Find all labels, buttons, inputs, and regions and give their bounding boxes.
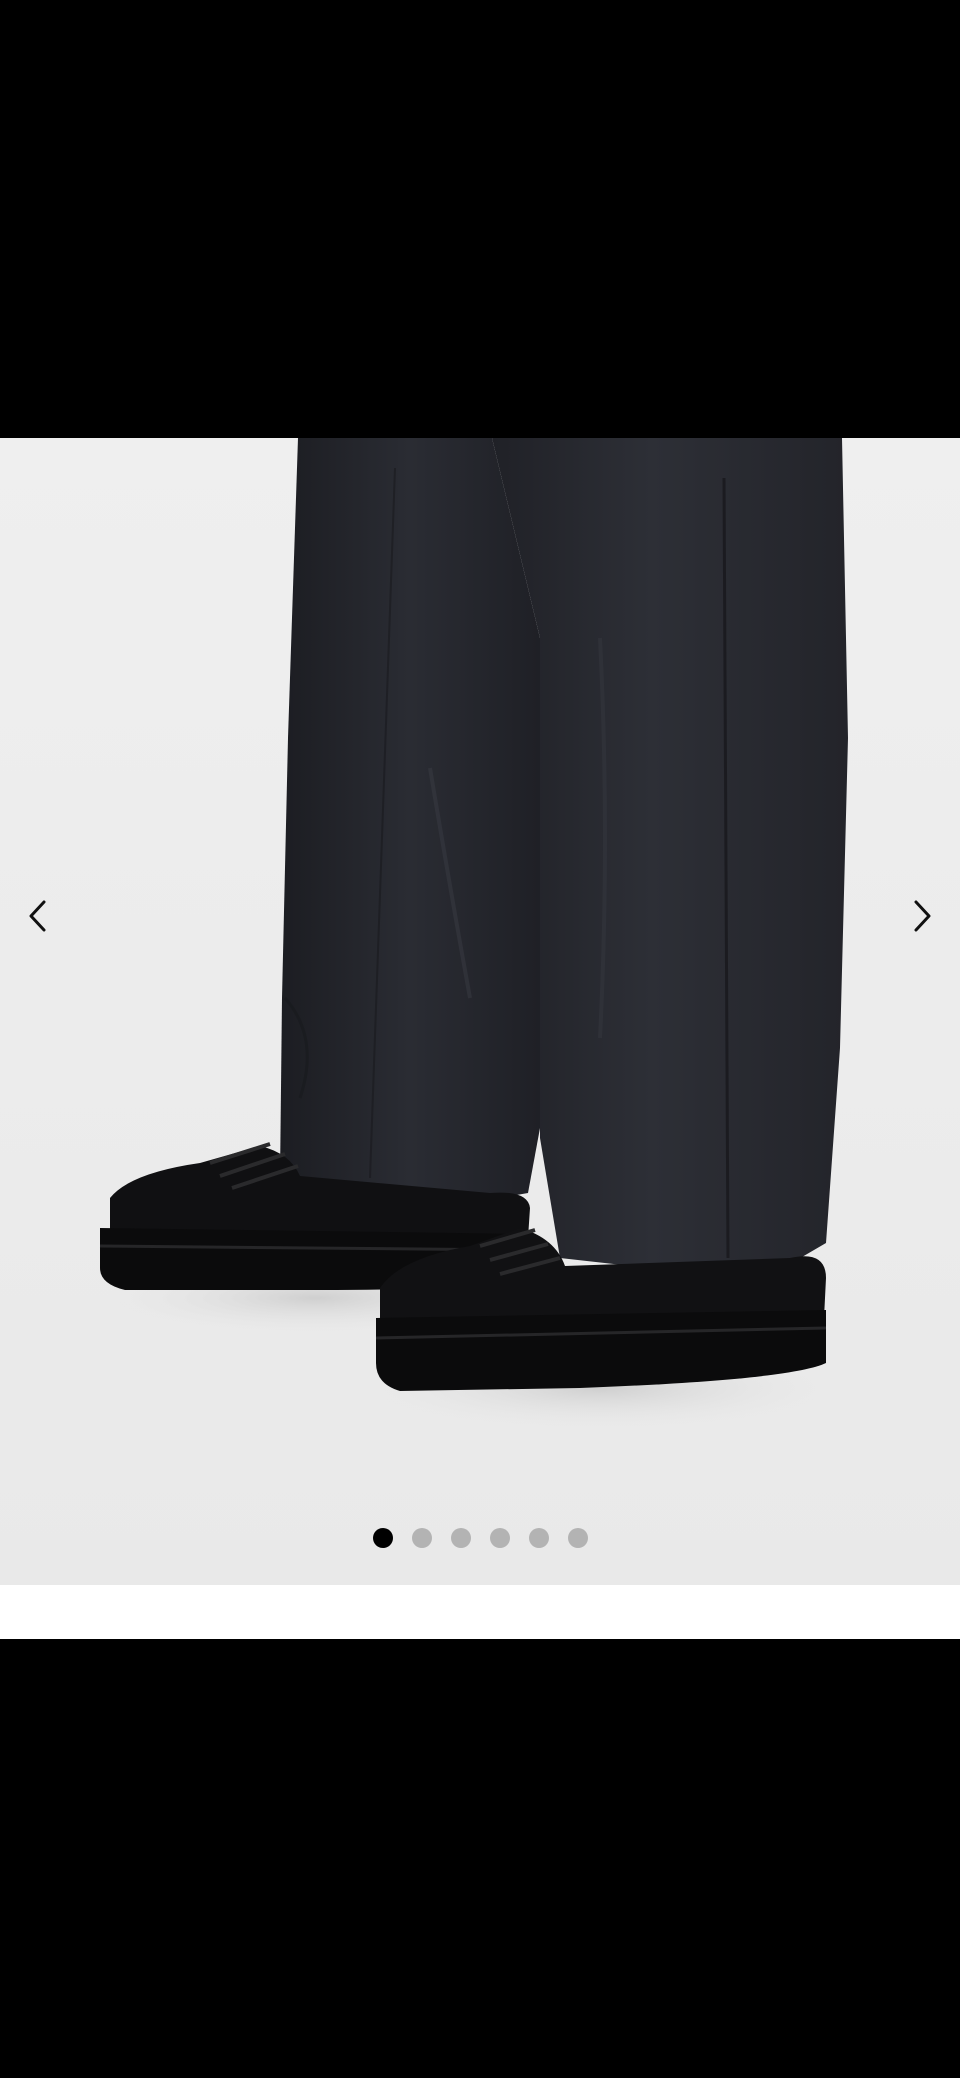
carousel-dot-2[interactable] xyxy=(411,1528,432,1548)
carousel-pagination xyxy=(0,1526,960,1550)
product-photo xyxy=(0,438,960,1585)
carousel-dot-3[interactable] xyxy=(450,1528,471,1548)
content-divider-strip xyxy=(0,1585,960,1639)
chevron-left-icon xyxy=(29,900,46,932)
carousel-dot-4[interactable] xyxy=(489,1528,510,1548)
carousel-dot-1[interactable] xyxy=(372,1528,393,1548)
screen xyxy=(0,0,960,2078)
previous-image-button[interactable] xyxy=(10,888,66,944)
chevron-right-icon xyxy=(914,900,931,932)
carousel-dot-6[interactable] xyxy=(567,1528,588,1548)
bottom-black-area xyxy=(0,1639,960,2078)
carousel-dot-5[interactable] xyxy=(528,1528,549,1548)
product-image-gallery[interactable] xyxy=(0,438,960,1585)
top-black-area xyxy=(0,0,960,438)
next-image-button[interactable] xyxy=(894,888,950,944)
